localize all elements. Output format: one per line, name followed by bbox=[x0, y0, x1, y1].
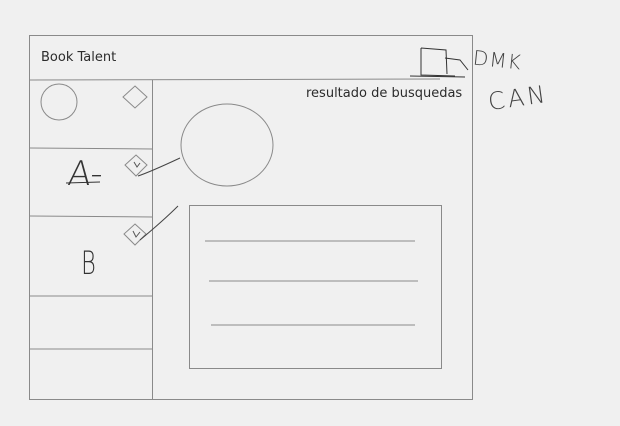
sidebar-row-divider-2 bbox=[29, 215, 154, 218]
header-overline-stroke bbox=[409, 75, 466, 78]
window-square-icon[interactable] bbox=[420, 47, 469, 77]
sidebar-item-label-a[interactable]: A- bbox=[66, 154, 105, 194]
results-panel bbox=[189, 205, 442, 369]
sidebar-row-divider-1 bbox=[29, 147, 154, 150]
connector-line-b bbox=[139, 205, 179, 241]
sidebar-item-label-b[interactable]: B bbox=[81, 244, 96, 282]
results-title: resultado de busquedas bbox=[306, 86, 463, 101]
handwritten-note-top: DMK bbox=[471, 45, 523, 75]
header-divider bbox=[29, 78, 441, 81]
diamond-mark-b bbox=[132, 230, 141, 238]
diamond-mark-a bbox=[133, 161, 141, 168]
sidebar-avatar-circle bbox=[40, 83, 78, 121]
profile-image-placeholder bbox=[180, 103, 274, 187]
sidebar-diamond-icon[interactable] bbox=[122, 85, 148, 109]
app-title: Book Talent bbox=[41, 50, 117, 65]
